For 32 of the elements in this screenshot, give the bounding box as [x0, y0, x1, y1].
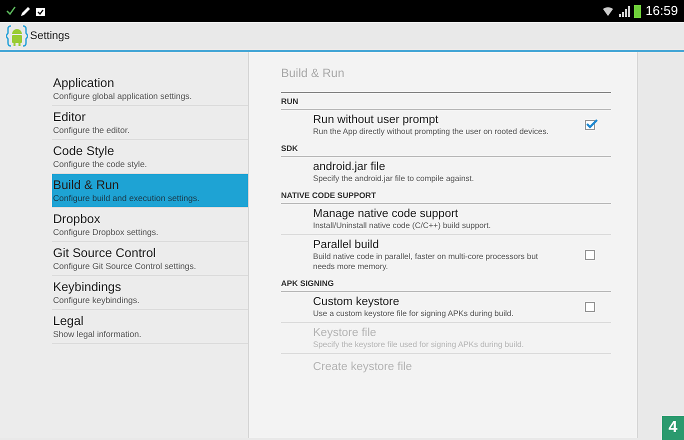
check-icon — [6, 6, 16, 16]
setting-title[interactable]: Parallel build — [313, 238, 585, 252]
setting-summary: Install/Uninstall native code (C/C++) build support. — [313, 221, 492, 231]
wifi-icon — [602, 5, 614, 17]
setting-title: Keystore file — [313, 326, 378, 340]
setting-summary: Specify the keystore file used for signing APKs during build. — [313, 340, 525, 350]
callout-badge: 4 — [662, 416, 684, 440]
app-title: Settings — [30, 28, 70, 44]
setting-summary: Build native code in parallel, faster on multi-core processors but needs more memory. — [313, 252, 539, 272]
category-item[interactable]: Build & Run Configure build and execution settings. — [52, 174, 248, 208]
pencil-icon — [20, 6, 31, 16]
section-header: RUN — [281, 93, 611, 110]
setting-title: Create keystore file — [313, 360, 414, 374]
battery-icon — [634, 4, 642, 18]
setting-summary: Run the App directly without prompting the user on rooted devices. — [313, 127, 550, 137]
setting-title[interactable]: Custom keystore — [313, 295, 585, 309]
checkbox[interactable] — [585, 120, 595, 130]
section-header: APK SIGNING — [281, 275, 611, 292]
section-header: SDK — [281, 140, 611, 157]
setting-title[interactable]: Run without user prompt — [313, 113, 585, 127]
checkbox[interactable] — [585, 302, 595, 312]
setting-title[interactable]: Manage native code support — [313, 207, 595, 221]
clipboard-icon — [35, 6, 46, 16]
android-logo-icon — [6, 24, 28, 48]
setting-summary: Use a custom keystore file for signing APKs during build. — [313, 309, 515, 319]
signal-icon — [618, 6, 630, 16]
page-title: Build & Run — [281, 64, 611, 93]
setting-summary: Specify the android.jar file to compile against. — [313, 174, 475, 184]
section-header: NATIVE CODE SUPPORT — [281, 187, 611, 204]
setting-title[interactable]: android.jar file — [313, 160, 595, 174]
clock: 16:59 — [645, 2, 678, 20]
checkbox[interactable] — [585, 250, 595, 260]
